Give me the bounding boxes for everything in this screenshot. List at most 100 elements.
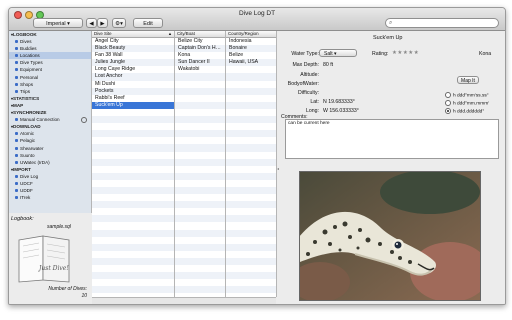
table-row[interactable] (226, 237, 276, 244)
table-row[interactable] (226, 172, 276, 180)
table-row[interactable] (226, 222, 276, 229)
map-it-button[interactable]: Map It (457, 76, 479, 84)
search-input[interactable]: ⌕ (385, 18, 499, 28)
table-row[interactable] (226, 272, 276, 280)
table-row[interactable]: Fan 38 Wall (92, 52, 174, 59)
table-row[interactable] (92, 257, 174, 265)
sidebar-item-uwatec-irda[interactable]: UWatec (IrDA) (9, 159, 91, 166)
table-row[interactable] (175, 201, 225, 209)
format-dm-radio[interactable]: h ddd°mm.mmm' (445, 100, 489, 106)
table-row[interactable]: Sun Dancer II (175, 59, 225, 67)
table-row[interactable] (92, 215, 174, 223)
table-row[interactable] (226, 101, 276, 109)
table-row[interactable] (175, 251, 225, 258)
table-row[interactable]: Black Beauty (92, 45, 174, 53)
table-row[interactable]: Kona (175, 52, 225, 59)
table-row[interactable] (226, 81, 276, 88)
table-row[interactable] (226, 286, 276, 294)
format-dd-radio[interactable]: h ddd.dddddd° (445, 108, 484, 114)
table-row[interactable] (175, 265, 225, 272)
units-select[interactable]: Imperial ▾ (33, 18, 83, 28)
table-row[interactable] (226, 251, 276, 258)
sidebar-item-pelagic[interactable]: Pelagic (9, 137, 91, 144)
table-row[interactable]: Lost Anchor (92, 73, 174, 81)
table-row[interactable] (226, 265, 276, 272)
table-row[interactable]: Mi Dushi (92, 81, 174, 88)
table-row[interactable] (175, 158, 225, 166)
table-row[interactable] (92, 158, 174, 166)
table-row[interactable] (226, 87, 276, 95)
sidebar-item-statistics[interactable]: ▾STATISTICS (9, 95, 91, 102)
table-row[interactable]: Indonesia (226, 38, 276, 45)
table-row[interactable] (226, 144, 276, 152)
sidebar-item-dive-log[interactable]: Dive Log (9, 173, 91, 180)
table-row[interactable] (175, 194, 225, 201)
table-row[interactable] (92, 243, 174, 251)
table-row[interactable] (175, 186, 225, 195)
sidebar-item-atomic[interactable]: Atomic (9, 130, 91, 137)
table-row[interactable] (175, 123, 225, 130)
table-row[interactable] (92, 222, 174, 229)
table-row[interactable] (175, 222, 225, 229)
edit-button[interactable]: Edit (133, 18, 163, 28)
sidebar-item-equipment[interactable]: Equipment (9, 66, 91, 73)
table-row[interactable] (92, 279, 174, 286)
table-row[interactable]: Wakatobi (175, 66, 225, 73)
table-row[interactable] (226, 208, 276, 215)
table-row[interactable] (175, 257, 225, 265)
previous-button[interactable]: ◀ (86, 18, 97, 28)
sidebar-item-uddf[interactable]: UDDF (9, 187, 91, 194)
table-row[interactable]: Long Caye Ridge (92, 66, 174, 73)
table-row[interactable] (92, 172, 174, 180)
sidebar-item-udcf[interactable]: UDCF (9, 180, 91, 187)
table-row[interactable] (175, 166, 225, 173)
sidebar-item-suunto[interactable]: Suunto (9, 152, 91, 159)
table-row[interactable] (175, 279, 225, 286)
table-row[interactable] (175, 208, 225, 215)
city-boat-header[interactable]: City/Boat (175, 31, 225, 38)
table-row[interactable] (226, 279, 276, 286)
water-type-select[interactable]: Salt ▾ (319, 49, 357, 57)
sidebar-item-shearwater[interactable]: Shearwater (9, 145, 91, 152)
sidebar-item-manual-connection[interactable]: Manual Connection (9, 116, 91, 124)
table-row[interactable] (175, 144, 225, 152)
table-row[interactable] (92, 130, 174, 138)
table-row[interactable] (92, 237, 174, 244)
table-row[interactable]: Belize City (175, 38, 225, 45)
table-row[interactable] (175, 87, 225, 95)
rating-stars[interactable]: ★★★★★ (392, 50, 419, 56)
sidebar-item-import[interactable]: ▾IMPORT (9, 166, 91, 173)
table-row[interactable] (226, 243, 276, 251)
table-row[interactable] (92, 144, 174, 152)
table-row[interactable] (175, 116, 225, 124)
table-row[interactable] (175, 215, 225, 223)
table-row[interactable] (92, 229, 174, 237)
table-row[interactable] (92, 208, 174, 215)
country-region-header[interactable]: Country/Region (226, 31, 276, 38)
splitter-handle[interactable]: ◂ (277, 166, 505, 171)
table-row[interactable] (92, 166, 174, 173)
table-row[interactable] (175, 243, 225, 251)
table-row[interactable] (92, 272, 174, 280)
dive-site-header[interactable]: Dive Site ▲ (92, 31, 174, 38)
action-menu-button[interactable]: ⚙▾ (112, 18, 126, 28)
sidebar-item-itrek[interactable]: ITrek (9, 194, 91, 201)
sidebar-item-logbook[interactable]: ▾LOGBOOK (9, 31, 91, 38)
table-row[interactable] (226, 130, 276, 138)
table-row[interactable]: Julies Jungle (92, 59, 174, 67)
next-button[interactable]: ▶ (97, 18, 108, 28)
sidebar-item-map[interactable]: ▾MAP (9, 102, 91, 109)
sidebar-item-trips[interactable]: Trips (9, 88, 91, 95)
table-row[interactable] (92, 180, 174, 187)
table-row[interactable] (92, 116, 174, 124)
table-row[interactable] (175, 137, 225, 144)
table-row[interactable] (175, 237, 225, 244)
table-row[interactable] (226, 215, 276, 223)
table-row[interactable]: Belize (226, 52, 276, 59)
table-row[interactable] (92, 123, 174, 130)
table-row[interactable] (175, 272, 225, 280)
table-row[interactable] (175, 130, 225, 138)
table-row[interactable]: Rabbi's Reef (92, 95, 174, 102)
horizontal-scrollbar[interactable] (92, 297, 276, 304)
table-row[interactable] (226, 152, 276, 159)
